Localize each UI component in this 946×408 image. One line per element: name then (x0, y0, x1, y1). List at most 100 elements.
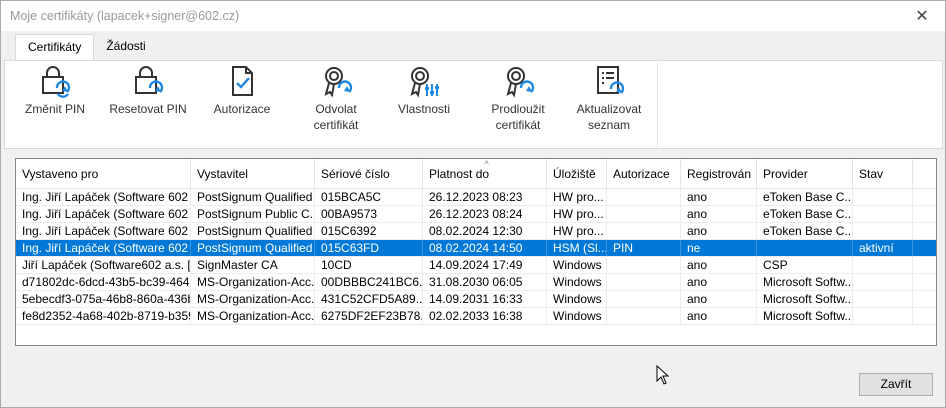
cell-stav (853, 206, 913, 222)
cell-vystaveno-pro: Ing. Jiří Lapáček (Software 602 ... (16, 206, 191, 222)
cell-registrovan: ne (681, 240, 757, 256)
cell-uloziste: HW pro... (547, 223, 607, 239)
cell-vystavitel: PostSignum Qualified ... (191, 189, 315, 205)
cell-platnost-do: 14.09.2024 17:49 (423, 257, 547, 273)
cell-uloziste: Windows (547, 308, 607, 324)
cell-seriove-cislo: 015C6392 (315, 223, 423, 239)
table-header: Vystaveno pro Vystavitel Sériové číslo ^… (16, 159, 936, 189)
table-row[interactable]: d71802dc-6dcd-43b5-bc39-4643... MS-Organi… (16, 274, 936, 291)
cell-registrovan: ano (681, 206, 757, 222)
column-header-stav[interactable]: Stav (853, 159, 913, 189)
cell-vystaveno-pro: Jiří Lapáček (Software602 a.s. [I... (16, 257, 191, 273)
column-header-platnost-do[interactable]: ^ Platnost do (423, 159, 547, 189)
lock-refresh-icon (42, 66, 71, 98)
certificate-revoke-icon (324, 67, 353, 98)
table-row[interactable]: Ing. Jiří Lapáček (Software 602 ... PostS… (16, 240, 936, 257)
column-header-registrovan[interactable]: Registrován (681, 159, 757, 189)
cell-autorizace (607, 274, 681, 290)
tab-certifikaty[interactable]: Certifikáty (15, 34, 95, 61)
cell-registrovan: ano (681, 274, 757, 290)
properties-label: Vlastnosti (397, 102, 451, 116)
reset-pin-button[interactable]: Resetovat PIN (109, 64, 187, 117)
table-row[interactable]: fe8d2352-4a68-402b-8719-b3596...MS-Organ… (16, 308, 936, 325)
column-header-platnost-do-label: Platnost do (429, 167, 490, 181)
properties-button[interactable]: Vlastnosti (391, 64, 457, 117)
cell-registrovan: ano (681, 308, 757, 324)
table-row[interactable]: Ing. Jiří Lapáček (Software 602 ... PostS… (16, 206, 936, 223)
cell-autorizace: PIN (607, 240, 681, 256)
table-row[interactable]: Ing. Jiří Lapáček (Software 602 ... PostS… (16, 189, 936, 206)
cell-autorizace (607, 189, 681, 205)
table-row[interactable]: Jiří Lapáček (Software602 a.s. [I... Sign… (16, 257, 936, 274)
close-icon[interactable]: ✕ (899, 1, 945, 31)
tab-zadosti[interactable]: Žádosti (94, 34, 157, 60)
cell-provider: eToken Base C... (757, 206, 853, 222)
cell-provider: Microsoft Softw... (757, 291, 853, 307)
cell-platnost-do: 31.08.2030 06:05 (423, 274, 547, 290)
cell-stav (853, 291, 913, 307)
cell-registrovan: ano (681, 291, 757, 307)
cell-registrovan: ano (681, 189, 757, 205)
cell-seriove-cislo: 10CD (315, 257, 423, 273)
cell-seriove-cislo: 431C52CFD5A89... (315, 291, 423, 307)
cell-seriove-cislo: 015BCA5C (315, 189, 423, 205)
column-header-uloziste[interactable]: Úložiště (547, 159, 607, 189)
cell-stav (853, 274, 913, 290)
cell-uloziste: HW pro... (547, 189, 607, 205)
column-header-vystaveno-pro[interactable]: Vystaveno pro (16, 159, 191, 189)
cell-platnost-do: 08.02.2024 12:30 (423, 223, 547, 239)
certificates-table[interactable]: Vystaveno pro Vystavitel Sériové číslo ^… (15, 158, 937, 346)
column-header-provider[interactable]: Provider (757, 159, 853, 189)
cell-autorizace (607, 308, 681, 324)
cell-provider: eToken Base C... (757, 223, 853, 239)
cell-seriove-cislo: 00BA9573 (315, 206, 423, 222)
cell-uloziste: Windows (547, 291, 607, 307)
tab-strip: Certifikáty Žádosti (15, 34, 158, 61)
cell-uloziste: HSM (Sl... (547, 240, 607, 256)
title-bar: Moje certifikáty (lapacek+signer@602.cz)… (1, 1, 945, 31)
table-row[interactable]: Ing. Jiří Lapáček (Software 602 ... PostS… (16, 223, 936, 240)
close-button[interactable]: Zavřít (859, 373, 933, 396)
lock-refresh-icon (135, 66, 164, 94)
cell-platnost-do: 26.12.2023 08:24 (423, 206, 547, 222)
cell-vystavitel: MS-Organization-Acc... (191, 274, 315, 290)
authorization-label: Autorizace (213, 102, 271, 116)
cell-vystavitel: PostSignum Qualified ... (191, 240, 315, 256)
renew-certificate-label: Prodloužit certifikát (491, 102, 545, 132)
cell-vystaveno-pro: Ing. Jiří Lapáček (Software 602 ... (16, 189, 191, 205)
column-header-seriove-cislo[interactable]: Sériové číslo (315, 159, 423, 189)
cell-seriove-cislo: 6275DF2EF23B78... (315, 308, 423, 324)
ribbon-toolbar: Změnit PIN Resetovat PIN Autorizace Odvo… (4, 60, 943, 149)
table-row[interactable]: 5ebecdf3-075a-46b8-860a-436b... MS-Organi… (16, 291, 936, 308)
cell-uloziste: Windows (547, 274, 607, 290)
column-header-vystavitel[interactable]: Vystavitel (191, 159, 315, 189)
certificates-window: Moje certifikáty (lapacek+signer@602.cz)… (0, 0, 946, 408)
cell-autorizace (607, 206, 681, 222)
refresh-list-button[interactable]: Aktualizovat seznam (571, 64, 647, 133)
change-pin-button[interactable]: Změnit PIN (23, 64, 87, 117)
cell-stav: aktivní (853, 240, 913, 256)
cell-uloziste: HW pro... (547, 206, 607, 222)
column-header-autorizace[interactable]: Autorizace (607, 159, 681, 189)
cell-vystavitel: PostSignum Public C... (191, 206, 315, 222)
cell-vystaveno-pro: fe8d2352-4a68-402b-8719-b3596... (16, 308, 191, 324)
cell-autorizace (607, 257, 681, 273)
revoke-certificate-button[interactable]: Odvolat certifikát (301, 64, 371, 133)
renew-certificate-button[interactable]: Prodloužit certifikát (481, 64, 555, 133)
cell-registrovan: ano (681, 223, 757, 239)
cell-platnost-do: 14.09.2031 16:33 (423, 291, 547, 307)
cell-vystaveno-pro: d71802dc-6dcd-43b5-bc39-4643... (16, 274, 191, 290)
cell-platnost-do: 26.12.2023 08:23 (423, 189, 547, 205)
cell-autorizace (607, 291, 681, 307)
sort-ascending-icon: ^ (484, 159, 489, 169)
cell-stav (853, 257, 913, 273)
cell-vystavitel: MS-Organization-Acc... (191, 308, 315, 324)
window-title: Moje certifikáty (lapacek+signer@602.cz) (10, 9, 240, 23)
revoke-certificate-label: Odvolat certifikát (313, 102, 359, 132)
cell-registrovan: ano (681, 257, 757, 273)
list-refresh-icon (597, 66, 625, 94)
cell-provider: eToken Base C... (757, 189, 853, 205)
authorization-button[interactable]: Autorizace (209, 64, 275, 117)
cell-provider: Microsoft Softw... (757, 274, 853, 290)
cell-provider: CSP (757, 257, 853, 273)
